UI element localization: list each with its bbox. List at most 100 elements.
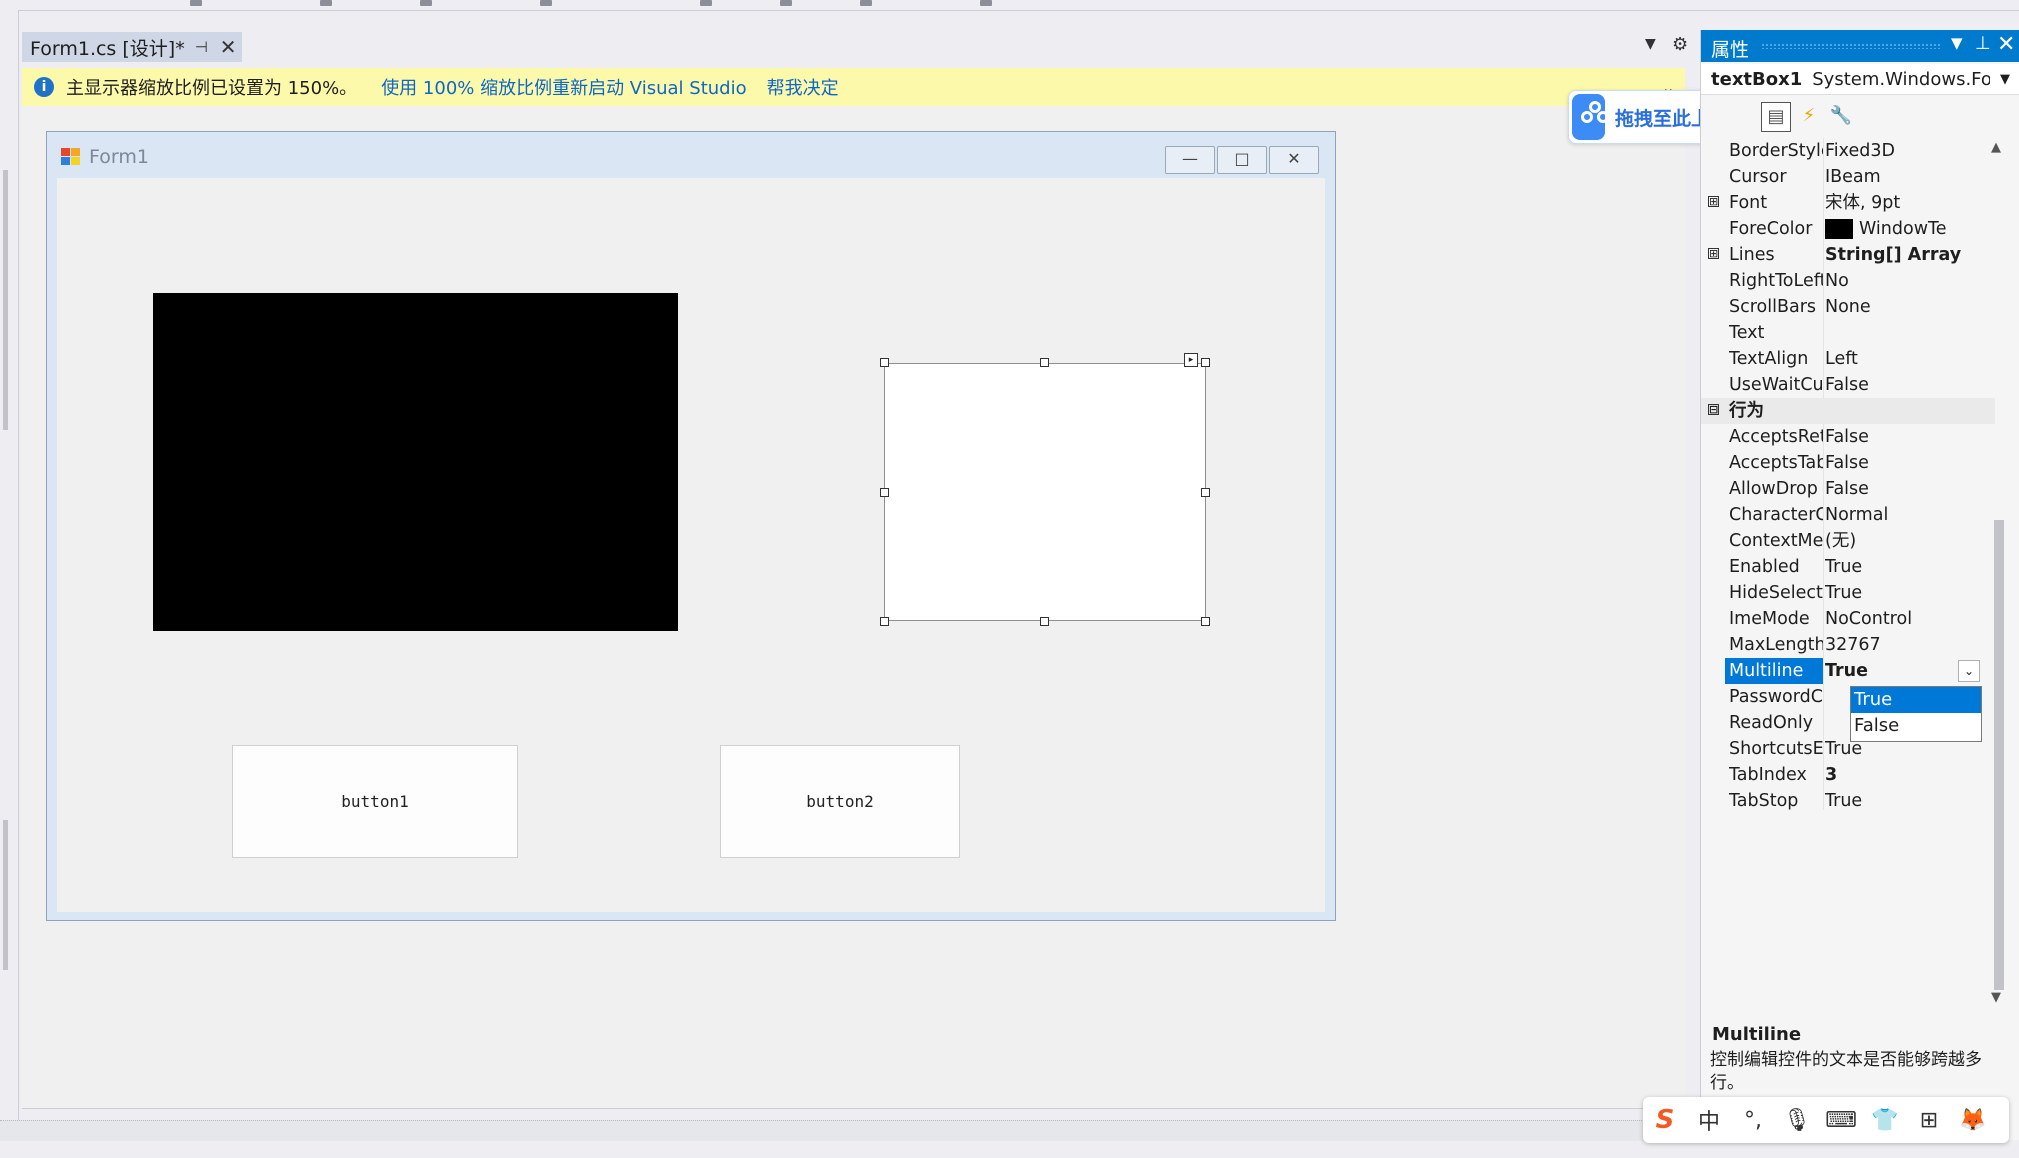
property-value[interactable]: No bbox=[1825, 268, 1991, 294]
property-row[interactable]: Text bbox=[1701, 320, 1995, 346]
decide-link[interactable]: 帮我决定 bbox=[767, 74, 839, 100]
property-row[interactable]: AcceptsTab False bbox=[1701, 450, 1995, 476]
property-value[interactable]: (无) bbox=[1825, 528, 1991, 554]
expand-icon[interactable]: ⊞ bbox=[1708, 196, 1719, 207]
object-selector[interactable]: textBox1 System.Windows.For ▼ bbox=[1701, 64, 2019, 95]
skin-icon[interactable]: 👕 bbox=[1863, 1108, 1907, 1133]
resize-handle[interactable] bbox=[880, 617, 889, 626]
property-row[interactable]: CharacterCasiNormal bbox=[1701, 502, 1995, 528]
drag-grip[interactable] bbox=[1761, 43, 1941, 49]
property-row[interactable]: Enabled True bbox=[1701, 554, 1995, 580]
resize-handle[interactable] bbox=[1201, 488, 1210, 497]
window-menu-icon[interactable]: ▼ bbox=[1951, 34, 1963, 52]
property-row[interactable]: ForeColor WindowTe bbox=[1701, 216, 1995, 242]
property-category[interactable]: ⊟ 行为 bbox=[1701, 398, 1995, 424]
minimize-button[interactable]: — bbox=[1165, 146, 1215, 174]
property-row[interactable]: TextAlign Left bbox=[1701, 346, 1995, 372]
close-icon[interactable]: ✕ bbox=[1997, 32, 2015, 57]
resize-handle[interactable] bbox=[880, 358, 889, 367]
pin-icon[interactable]: ⊣ bbox=[195, 38, 208, 56]
property-value[interactable]: String[] Array bbox=[1825, 242, 1991, 268]
button2[interactable]: button2 bbox=[720, 745, 960, 858]
toolbar-icon[interactable] bbox=[190, 0, 202, 6]
expand-icon[interactable]: ⊞ bbox=[1708, 248, 1719, 259]
chevron-down-icon[interactable]: ⌄ bbox=[1958, 660, 1980, 682]
gutter-tab[interactable] bbox=[3, 820, 8, 970]
smart-tag-icon[interactable]: ▸ bbox=[1184, 353, 1198, 367]
microphone-icon[interactable]: 🎙 bbox=[1775, 1108, 1819, 1133]
property-value[interactable]: 32767 bbox=[1825, 632, 1991, 658]
chinese-mode-icon[interactable]: 中 bbox=[1687, 1104, 1731, 1136]
gutter-tab[interactable] bbox=[3, 170, 8, 430]
toolbox-grid-icon[interactable]: ⊞ bbox=[1907, 1108, 1951, 1133]
toolbar-icon[interactable] bbox=[540, 0, 552, 6]
property-value[interactable]: True bbox=[1825, 580, 1991, 606]
property-row[interactable]: ScrollBars None bbox=[1701, 294, 1995, 320]
toolbar-icon[interactable] bbox=[980, 0, 992, 6]
property-value[interactable]: False bbox=[1825, 372, 1991, 398]
property-row[interactable]: UseWaitCursoFalse bbox=[1701, 372, 1995, 398]
button1[interactable]: button1 bbox=[232, 745, 518, 858]
property-row[interactable]: ⊞ Font 宋体, 9pt bbox=[1701, 190, 1995, 216]
property-row[interactable]: HideSelectionTrue bbox=[1701, 580, 1995, 606]
resize-handle[interactable] bbox=[1040, 617, 1049, 626]
property-value[interactable]: Fixed3D bbox=[1825, 138, 1991, 164]
property-value[interactable]: False bbox=[1825, 424, 1991, 450]
scroll-up-icon[interactable]: ▲ bbox=[1991, 140, 2001, 155]
property-value[interactable]: WindowTe bbox=[1825, 216, 1991, 242]
property-value[interactable]: 宋体, 9pt bbox=[1825, 190, 1991, 216]
property-pages-icon[interactable]: ▤ bbox=[1761, 102, 1791, 132]
toolbar-icon[interactable] bbox=[860, 0, 872, 6]
property-value[interactable]: False bbox=[1825, 476, 1991, 502]
close-button[interactable]: ✕ bbox=[1269, 146, 1319, 174]
scroll-down-icon[interactable]: ▼ bbox=[1991, 990, 2001, 1005]
resize-handle[interactable] bbox=[1201, 358, 1210, 367]
property-value[interactable]: Normal bbox=[1825, 502, 1991, 528]
property-value[interactable]: False bbox=[1825, 450, 1991, 476]
multiline-dropdown-list[interactable]: True False bbox=[1850, 686, 1982, 742]
toolbar-icon[interactable] bbox=[420, 0, 432, 6]
property-value[interactable]: NoControl bbox=[1825, 606, 1991, 632]
wrench-icon[interactable]: 🔧 bbox=[1827, 102, 1855, 130]
toolbar-icon[interactable] bbox=[780, 0, 792, 6]
resize-handle[interactable] bbox=[880, 488, 889, 497]
property-value[interactable]: True bbox=[1825, 554, 1991, 580]
chevron-down-icon[interactable]: ▼ bbox=[2000, 72, 2010, 87]
property-row[interactable]: Cursor IBeam bbox=[1701, 164, 1995, 190]
property-row[interactable]: ⊞ Lines String[] Array bbox=[1701, 242, 1995, 268]
resize-handle[interactable] bbox=[1201, 617, 1210, 626]
property-value[interactable]: Left bbox=[1825, 346, 1991, 372]
mascot-icon[interactable]: 🦊 bbox=[1951, 1108, 1995, 1133]
maximize-button[interactable]: □ bbox=[1217, 146, 1267, 174]
sogou-logo-icon[interactable]: S bbox=[1643, 1105, 1687, 1135]
property-row[interactable]: Multiline True bbox=[1701, 658, 1995, 684]
property-row[interactable]: RightToLeft No bbox=[1701, 268, 1995, 294]
property-row[interactable]: TabIndex 3 bbox=[1701, 762, 1995, 788]
dropdown-option-true[interactable]: True bbox=[1851, 687, 1981, 713]
toolbar-icon[interactable] bbox=[700, 0, 712, 6]
scrollbar-thumb[interactable] bbox=[1994, 520, 2004, 990]
property-row[interactable]: ImeMode NoControl bbox=[1701, 606, 1995, 632]
pin-icon[interactable]: ⊥ bbox=[1975, 33, 1991, 54]
punctuation-icon[interactable]: °, bbox=[1731, 1108, 1775, 1133]
property-row[interactable]: AllowDrop False bbox=[1701, 476, 1995, 502]
property-value[interactable]: IBeam bbox=[1825, 164, 1991, 190]
horizontal-scrollbar[interactable] bbox=[0, 1120, 1690, 1141]
property-row[interactable]: BorderStyle Fixed3D bbox=[1701, 138, 1995, 164]
collapse-icon[interactable]: ⊟ bbox=[1708, 404, 1719, 415]
property-row[interactable]: TabStop True bbox=[1701, 788, 1995, 810]
property-row[interactable]: AcceptsReturiFalse bbox=[1701, 424, 1995, 450]
restart-link[interactable]: 使用 100% 缩放比例重新启动 Visual Studio bbox=[381, 74, 746, 100]
document-tab[interactable]: Form1.cs [设计]* ⊣ ✕ bbox=[22, 32, 242, 62]
textbox1[interactable] bbox=[884, 363, 1206, 621]
keyboard-icon[interactable]: ⌨ bbox=[1819, 1108, 1863, 1133]
property-value[interactable]: 3 bbox=[1825, 762, 1991, 788]
gear-icon[interactable]: ⚙ bbox=[1672, 34, 1688, 55]
property-value[interactable]: True bbox=[1825, 788, 1991, 810]
property-row[interactable]: ContextMenu'(无) bbox=[1701, 528, 1995, 554]
resize-handle[interactable] bbox=[1040, 358, 1049, 367]
close-tab-icon[interactable]: ✕ bbox=[220, 35, 237, 59]
form-titlebar[interactable]: Form1 — □ ✕ bbox=[47, 132, 1335, 176]
dropdown-option-false[interactable]: False bbox=[1851, 713, 1981, 739]
property-row[interactable]: MaxLength 32767 bbox=[1701, 632, 1995, 658]
